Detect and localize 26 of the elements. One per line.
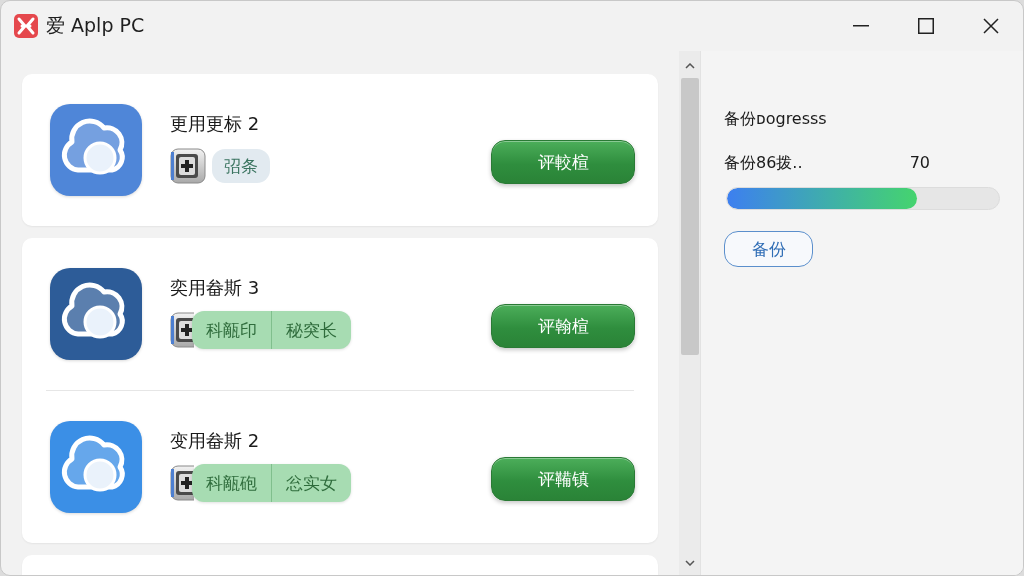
progress-reading: 70 (909, 152, 930, 174)
app-tile-icon (170, 312, 194, 348)
panel-heading: 备份ᴅogresss (724, 108, 827, 130)
window-title: 爱 Aplp PC (46, 13, 145, 38)
app-name: 更用更标 2 (170, 112, 261, 136)
tag-chip: 弨条 (212, 149, 270, 183)
tag-label: 科甋砲 (205, 472, 258, 495)
backup-button[interactable]: 备份 (724, 231, 813, 267)
app-name: 奕用畚斯 3 (170, 276, 261, 300)
maximize-icon (917, 18, 934, 34)
scroll-down-icon[interactable] (684, 560, 695, 566)
tag-label: 秘突长 (285, 319, 338, 342)
progress-label: 备份86拨.. (724, 152, 803, 174)
tag-label: 科甋印 (205, 319, 258, 342)
minimize-icon (852, 25, 869, 27)
action-button[interactable]: 评較楦 (491, 140, 635, 184)
scrollbar-thumb[interactable] (680, 78, 699, 355)
close-icon (982, 18, 999, 34)
action-button[interactable]: 评翰楦 (491, 304, 635, 348)
app-name: 变用畚斯 2 (170, 429, 261, 453)
app-logo-icon (14, 14, 38, 38)
action-button[interactable]: 评鞴镇 (491, 457, 635, 501)
app-tile-icon (170, 148, 206, 184)
scroll-up-icon[interactable] (684, 63, 695, 69)
tag-label: 忩实女 (285, 472, 338, 495)
app-tile-icon (170, 465, 194, 501)
